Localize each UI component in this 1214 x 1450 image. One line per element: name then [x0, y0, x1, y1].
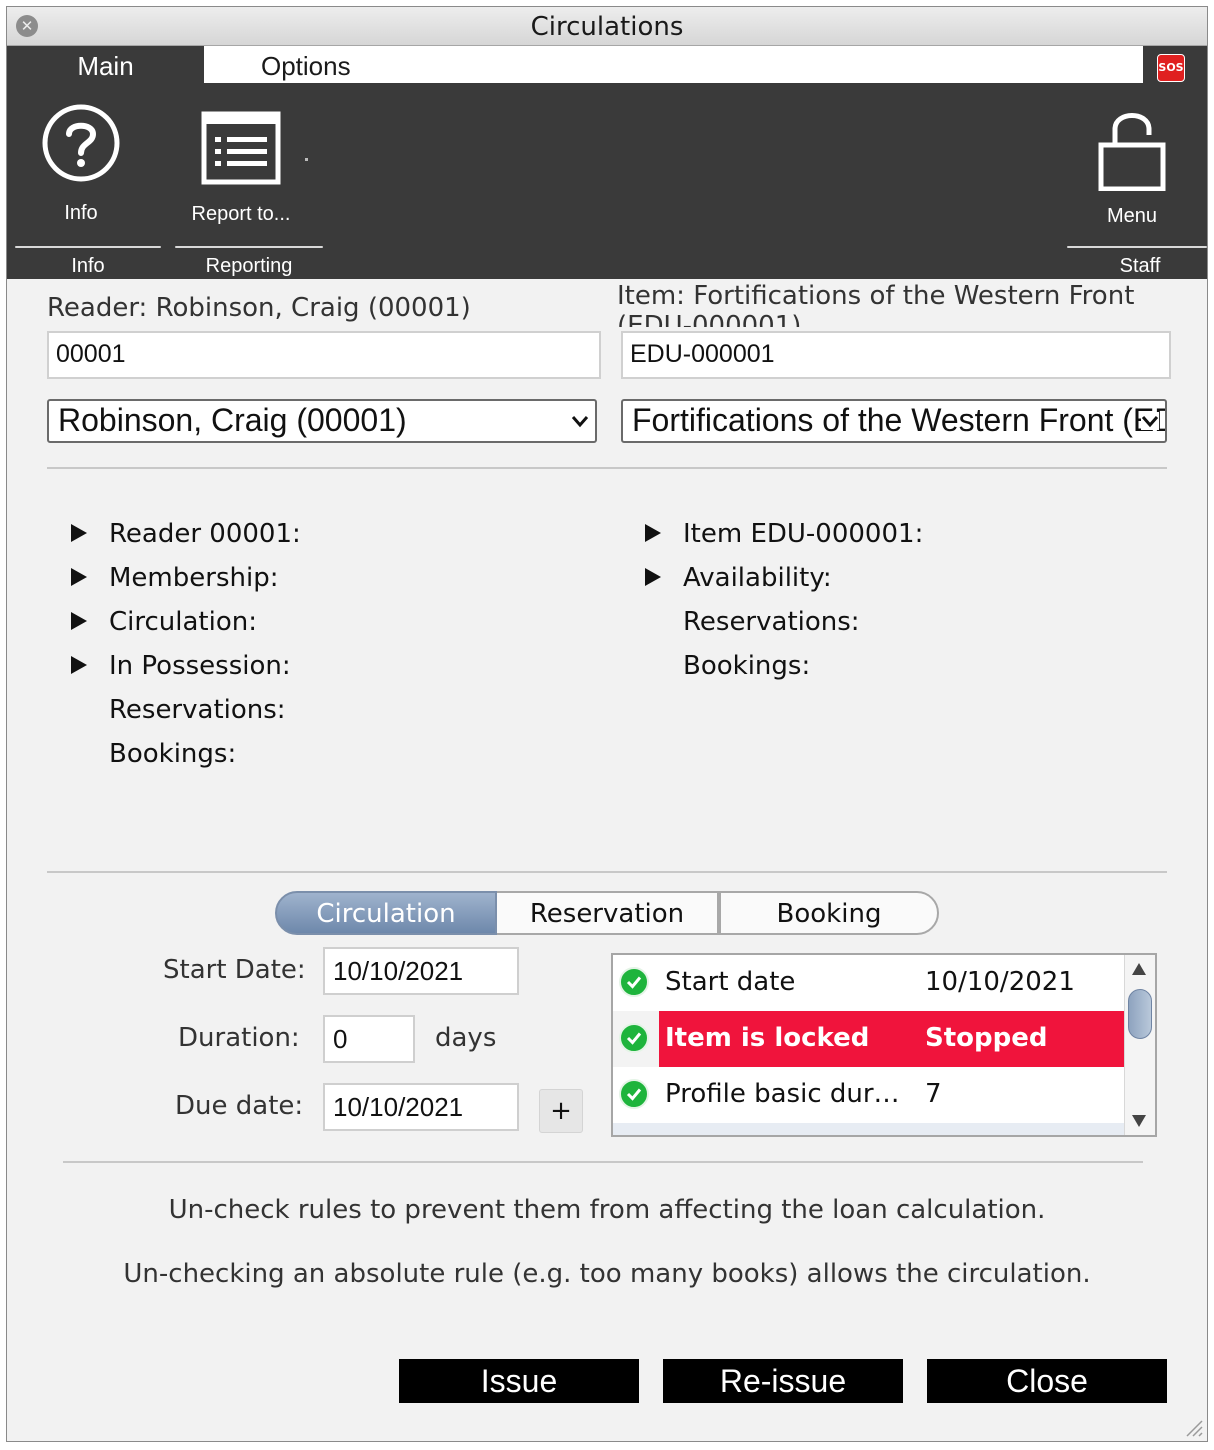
rule-value: 10/10/2021: [925, 967, 1075, 997]
reissue-button[interactable]: Re-issue: [663, 1359, 903, 1403]
tab-booking[interactable]: Booking: [719, 891, 939, 935]
chevron-down-icon: [1141, 412, 1159, 430]
check-icon[interactable]: [619, 1023, 649, 1053]
item-tree-availability: Availability:: [683, 563, 832, 593]
tab-main[interactable]: Main: [7, 46, 204, 83]
duration-unit: days: [435, 1023, 497, 1053]
rule-value: 7: [925, 1079, 942, 1109]
item-select[interactable]: Fortifications of the Western Front (EDU…: [621, 399, 1167, 443]
membership-expand-icon[interactable]: [71, 568, 87, 586]
item-expand-icon[interactable]: [645, 524, 661, 542]
circulations-window: ✕ Circulations Main Options SOS Info Rep…: [6, 6, 1208, 1442]
rule-row-partial[interactable]: [613, 1123, 1125, 1135]
info-group-line: [15, 246, 161, 248]
close-button[interactable]: Close: [927, 1359, 1167, 1403]
sos-area: SOS: [1143, 46, 1207, 83]
item-tree-bookings: Bookings:: [683, 651, 811, 681]
divider: [47, 871, 1167, 873]
add-duration-button[interactable]: +: [539, 1089, 583, 1133]
scroll-up-icon[interactable]: [1132, 963, 1146, 975]
item-tree-item: Item EDU-000001:: [683, 519, 924, 549]
resize-grip-icon[interactable]: [1183, 1417, 1203, 1437]
reader-label: Reader: Robinson, Craig (00001): [47, 293, 471, 323]
due-date-input[interactable]: 10/10/2021: [323, 1083, 519, 1131]
hint-line-1: Un-check rules to prevent them from affe…: [168, 1195, 1046, 1225]
reader-tree-in-possession: In Possession:: [109, 651, 291, 681]
item-label: Item: Fortifications of the Western Fron…: [617, 281, 1135, 327]
reporting-group-label: Reporting: [205, 255, 293, 277]
rules-scrollbar[interactable]: [1124, 955, 1155, 1135]
divider: [47, 467, 1167, 469]
rules-list[interactable]: Start date 10/10/2021 Item is locked Sto…: [611, 953, 1157, 1137]
menu-button-label: Menu: [1106, 205, 1158, 227]
divider: [63, 1161, 1143, 1163]
rule-name: Start date: [665, 967, 796, 997]
due-date-label: Due date:: [175, 1091, 304, 1121]
reader-expand-icon[interactable]: [71, 524, 87, 542]
reader-select[interactable]: Robinson, Craig (00001): [47, 399, 597, 443]
start-date-input[interactable]: 10/10/2021: [323, 947, 519, 995]
scroll-down-icon[interactable]: [1132, 1115, 1146, 1127]
start-date-label: Start Date:: [163, 955, 306, 985]
rule-value: Stopped: [925, 1023, 1048, 1053]
tab-reservation[interactable]: Reservation: [497, 891, 719, 935]
reader-tree-membership: Membership:: [109, 563, 279, 593]
report-icon: [201, 111, 281, 185]
reporting-group-line: [175, 246, 323, 248]
help-icon: [42, 104, 120, 182]
staff-group-label: Staff: [1119, 255, 1161, 277]
tab-options[interactable]: Options: [261, 46, 351, 83]
issue-button[interactable]: Issue: [399, 1359, 639, 1403]
main-content: Reader: Robinson, Craig (00001) Item: Fo…: [7, 279, 1207, 1441]
item-select-value: Fortifications of the Western Front (EDU…: [632, 402, 1165, 438]
duration-label: Duration:: [178, 1023, 300, 1053]
sos-icon[interactable]: SOS: [1157, 54, 1185, 82]
ribbon-toolbar: Info Report to... Menu Info Reporting St…: [7, 83, 1207, 279]
report-to-button[interactable]: Report to...: [177, 111, 305, 225]
rule-name: Profile basic dur…: [665, 1079, 900, 1109]
rule-row[interactable]: Start date 10/10/2021: [613, 955, 1125, 1011]
hint-line-2: Un-checking an absolute rule (e.g. too m…: [123, 1259, 1091, 1289]
reader-id-input[interactable]: 00001: [47, 331, 601, 379]
reader-tree-bookings: Bookings:: [109, 739, 237, 769]
rule-name: Item is locked: [665, 1023, 870, 1053]
report-button-label: Report to...: [191, 203, 291, 225]
tab-circulation[interactable]: Circulation: [275, 891, 497, 935]
rule-row-stopped[interactable]: Item is locked Stopped: [613, 1011, 1125, 1067]
info-button[interactable]: Info: [35, 103, 127, 224]
info-button-label: Info: [64, 202, 98, 224]
title-bar: ✕ Circulations: [7, 7, 1207, 46]
availability-expand-icon[interactable]: [645, 568, 661, 586]
ribbon-tab-strip: Main Options SOS: [7, 46, 1207, 83]
ribbon-separator-dot: [305, 158, 308, 161]
check-icon[interactable]: [619, 967, 649, 997]
in-possession-expand-icon[interactable]: [71, 656, 87, 674]
chevron-down-icon: [571, 416, 589, 428]
unlock-icon: [1098, 113, 1166, 191]
check-icon[interactable]: [619, 1079, 649, 1109]
rule-row[interactable]: Profile basic dur… 7: [613, 1067, 1125, 1123]
reader-tree-reader: Reader 00001:: [109, 519, 301, 549]
item-tree-reservations: Reservations:: [683, 607, 860, 637]
info-group-label: Info: [71, 255, 105, 277]
window-title: Circulations: [530, 12, 684, 42]
menu-button[interactable]: Menu: [1087, 105, 1177, 227]
reader-tree-reservations: Reservations:: [109, 695, 286, 725]
reader-tree-circulation: Circulation:: [109, 607, 257, 637]
duration-input[interactable]: 0: [323, 1015, 415, 1063]
circulation-expand-icon[interactable]: [71, 612, 87, 630]
item-id-input[interactable]: EDU-000001: [621, 331, 1171, 379]
staff-group-line: [1067, 246, 1207, 248]
reader-select-value: Robinson, Craig (00001): [58, 402, 407, 438]
scroll-thumb[interactable]: [1128, 989, 1152, 1039]
